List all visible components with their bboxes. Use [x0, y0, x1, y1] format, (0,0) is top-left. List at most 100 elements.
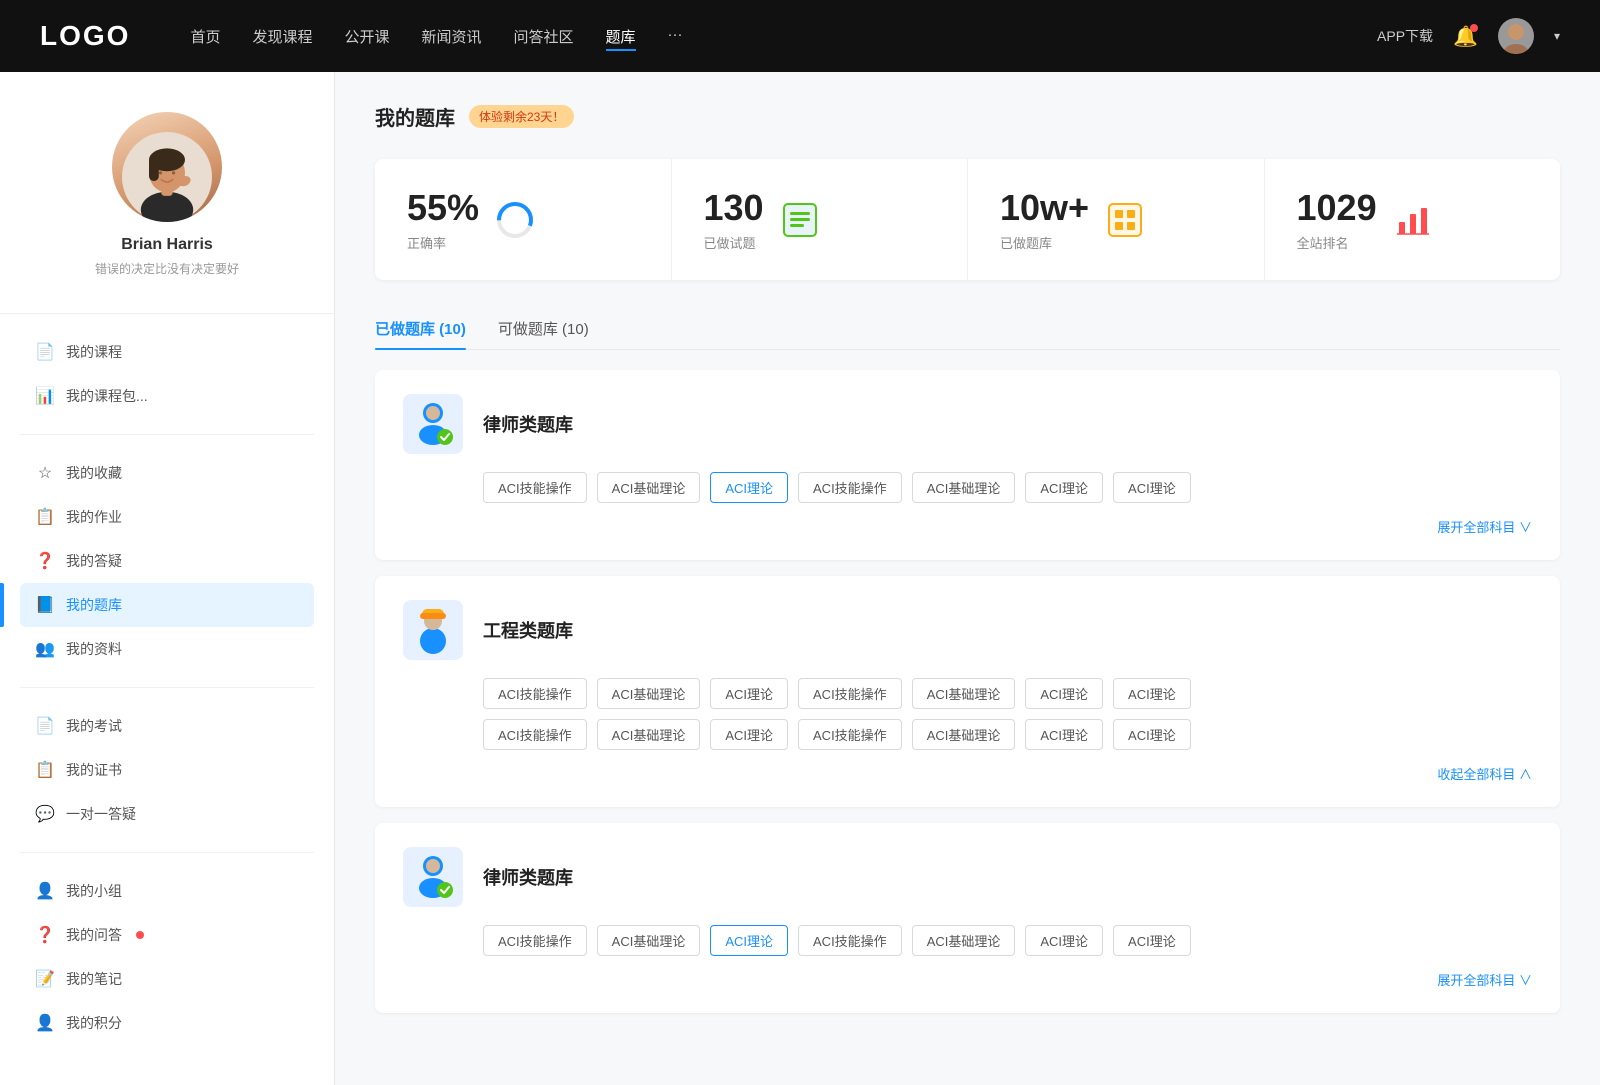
qbank-tag[interactable]: ACI技能操作 [798, 472, 902, 503]
stat-done-banks-label: 已做题库 [1000, 233, 1089, 252]
qbank-tags-2: ACI技能操作 ACI基础理论 ACI理论 ACI技能操作 ACI基础理论 ACI理论 AC… [403, 925, 1532, 956]
sidebar-item-groups[interactable]: 👤 我的小组 [20, 869, 314, 913]
qbank-tags-second-row-1: ACI技能操作 ACI基础理论 ACI理论 ACI技能操作 ACI基础理论 ACI理论 AC… [403, 719, 1532, 750]
sidebar-label-favorites: 我的收藏 [66, 463, 122, 483]
nav-discover[interactable]: 发现课程 [252, 22, 312, 51]
qbank-tag[interactable]: ACI基础理论 [912, 925, 1016, 956]
courses-icon: 📄 [36, 343, 54, 361]
sidebar-profile: Brian Harris 错误的决定比没有决定要好 [0, 72, 334, 297]
stat-grid-icon [1105, 200, 1145, 240]
qbank-tag[interactable]: ACI技能操作 [483, 678, 587, 709]
stat-done-questions-value: 130 [704, 187, 764, 229]
qbank-tag[interactable]: ACI理论 [1113, 472, 1191, 503]
sidebar-label-notes: 我的笔记 [66, 969, 122, 989]
tab-done-banks[interactable]: 已做题库 (10) [375, 308, 466, 349]
sidebar-item-certificate[interactable]: 📋 我的证书 [20, 748, 314, 792]
sidebar-item-qbank[interactable]: 📘 我的题库 [20, 583, 314, 627]
homework-icon: 📋 [36, 508, 54, 526]
app-download-button[interactable]: APP下载 [1377, 26, 1433, 46]
stat-correct-rate-label: 正确率 [407, 233, 479, 252]
sidebar-item-my-courses[interactable]: 📄 我的课程 [20, 330, 314, 374]
qbank-tag[interactable]: ACI理论 [1025, 678, 1103, 709]
qbank-tag[interactable]: ACI理论 [1113, 719, 1191, 750]
qbank-tag[interactable]: ACI理论 [1025, 925, 1103, 956]
qbank-list: 律师类题库 ACI技能操作ACI基础理论ACI理论ACI技能操作ACI基础理论A… [375, 370, 1560, 1013]
qbank-tag[interactable]: ACI理论 [710, 678, 788, 709]
nav-opencourse[interactable]: 公开课 [344, 22, 389, 51]
nav-qa[interactable]: 问答社区 [514, 22, 574, 51]
sidebar-label-questions: 我的问答 [66, 925, 122, 945]
sidebar-item-favorites[interactable]: ☆ 我的收藏 [20, 451, 314, 495]
navbar: LOGO 首页 发现课程 公开课 新闻资讯 问答社区 题库 ··· APP下载 … [0, 0, 1600, 72]
qbank-tag[interactable]: ACI技能操作 [483, 472, 587, 503]
qbank-tag[interactable]: ACI理论 [1025, 719, 1103, 750]
qbank-tag[interactable]: ACI理论 [1113, 925, 1191, 956]
qbank-tag[interactable]: ACI基础理论 [597, 678, 701, 709]
points-icon: 👤 [36, 1014, 54, 1032]
logo: LOGO [40, 20, 130, 52]
qbank-tag[interactable]: ACI技能操作 [483, 719, 587, 750]
qbank-tag[interactable]: ACI技能操作 [798, 719, 902, 750]
stat-bar-icon [1393, 200, 1433, 240]
qbank-tag[interactable]: ACI理论 [1113, 678, 1191, 709]
stat-site-rank-values: 1029 全站排名 [1297, 187, 1377, 252]
sidebar-item-qa[interactable]: ❓ 我的答疑 [20, 539, 314, 583]
tab-available-banks[interactable]: 可做题库 (10) [498, 308, 589, 349]
qbank-tag[interactable]: ACI理论 [710, 925, 788, 956]
nav-more[interactable]: ··· [668, 22, 683, 51]
bell-icon[interactable]: 🔔 [1453, 24, 1478, 49]
qbank-title-2: 律师类题库 [483, 864, 573, 890]
sidebar-item-1on1[interactable]: 💬 一对一答疑 [20, 792, 314, 836]
groups-icon: 👤 [36, 882, 54, 900]
stat-site-rank: 1029 全站排名 [1265, 159, 1561, 280]
nav-qbank[interactable]: 题库 [606, 22, 636, 51]
stat-correct-rate-values: 55% 正确率 [407, 187, 479, 252]
sidebar-item-homework[interactable]: 📋 我的作业 [20, 495, 314, 539]
page-title: 我的题库 [375, 102, 455, 131]
qbank-card-header-0: 律师类题库 [403, 394, 1532, 454]
qbank-icon-0 [403, 394, 463, 454]
sidebar: Brian Harris 错误的决定比没有决定要好 📄 我的课程 📊 我的课程包… [0, 72, 335, 1085]
nav-news[interactable]: 新闻资讯 [422, 22, 482, 51]
sidebar-label-profile: 我的资料 [66, 639, 122, 659]
qbank-tag[interactable]: ACI理论 [710, 472, 788, 503]
qbank-tag[interactable]: ACI基础理论 [912, 719, 1016, 750]
sidebar-item-course-packages[interactable]: 📊 我的课程包... [20, 374, 314, 418]
sidebar-item-exam[interactable]: 📄 我的考试 [20, 704, 314, 748]
qbank-tags-0: ACI技能操作 ACI基础理论 ACI理论 ACI技能操作 ACI基础理论 ACI理论 AC… [403, 472, 1532, 503]
qbank-tag[interactable]: ACI基础理论 [597, 719, 701, 750]
notes-icon: 📝 [36, 970, 54, 988]
stat-done-banks-value: 10w+ [1000, 187, 1089, 229]
1on1-icon: 💬 [36, 805, 54, 823]
sidebar-label-qbank: 我的题库 [66, 595, 122, 615]
favorites-icon: ☆ [36, 464, 54, 482]
sidebar-label-exam: 我的考试 [66, 716, 122, 736]
nav-home[interactable]: 首页 [190, 22, 220, 51]
questions-notification-dot [136, 931, 144, 939]
qbank-card-header-1: 工程类题库 [403, 600, 1532, 660]
qbank-footer-0[interactable]: 展开全部科目 ∨ [403, 517, 1532, 536]
qbank-tag[interactable]: ACI技能操作 [798, 925, 902, 956]
avatar-chevron-icon[interactable]: ▾ [1554, 29, 1560, 43]
stat-site-rank-label: 全站排名 [1297, 233, 1377, 252]
qbank-tag[interactable]: ACI理论 [710, 719, 788, 750]
stat-pie-icon [495, 200, 535, 240]
qbank-icon: 📘 [36, 596, 54, 614]
qbank-tag[interactable]: ACI技能操作 [798, 678, 902, 709]
qbank-footer-1[interactable]: 收起全部科目 ∧ [403, 764, 1532, 783]
qbank-tag[interactable]: ACI基础理论 [912, 678, 1016, 709]
qbank-tag[interactable]: ACI理论 [1025, 472, 1103, 503]
profile-avatar[interactable] [112, 112, 222, 222]
qbank-footer-2[interactable]: 展开全部科目 ∨ [403, 970, 1532, 989]
avatar[interactable] [1498, 18, 1534, 54]
stat-done-questions: 130 已做试题 [672, 159, 969, 280]
qbank-tag[interactable]: ACI基础理论 [597, 925, 701, 956]
qbank-tag[interactable]: ACI技能操作 [483, 925, 587, 956]
sidebar-item-questions[interactable]: ❓ 我的问答 [20, 913, 314, 957]
sidebar-item-profile[interactable]: 👥 我的资料 [20, 627, 314, 671]
sidebar-item-points[interactable]: 👤 我的积分 [20, 1001, 314, 1045]
qa-icon: ❓ [36, 552, 54, 570]
sidebar-item-notes[interactable]: 📝 我的笔记 [20, 957, 314, 1001]
qbank-tag[interactable]: ACI基础理论 [597, 472, 701, 503]
qbank-tag[interactable]: ACI基础理论 [912, 472, 1016, 503]
